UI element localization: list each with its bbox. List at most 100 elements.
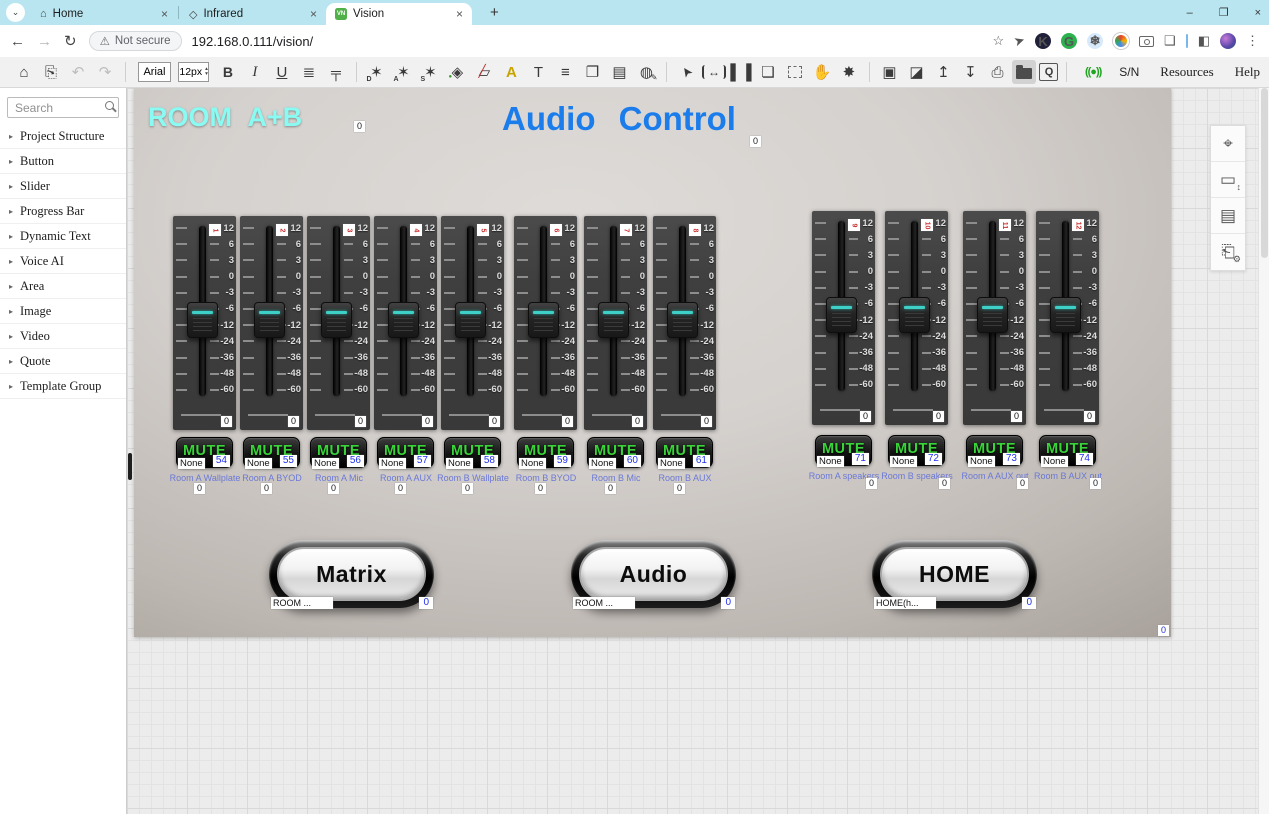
menu-kebab-icon[interactable]: ⋮ [1246, 33, 1259, 49]
font-color-icon[interactable]: A [499, 60, 523, 84]
fader-knob[interactable] [667, 302, 698, 338]
collision-icon[interactable]: ✸ [837, 60, 861, 84]
mute-button-room-b-mic[interactable]: MUTENone60 [587, 437, 644, 468]
fader-value-badge[interactable]: 0 [422, 416, 433, 427]
profile-avatar[interactable] [1220, 33, 1236, 49]
fader-knob[interactable] [826, 297, 857, 333]
fader-room-b-mic[interactable]: 12630-3-6-12-24-36-48-6070 [584, 216, 647, 430]
mute-button-room-a-byod[interactable]: MUTENone55 [243, 437, 300, 468]
url-text[interactable]: 192.168.0.111/vision/ [192, 34, 314, 49]
mute-channel-badge[interactable]: 71 [852, 453, 869, 465]
channel-badge[interactable]: 0 [1090, 478, 1101, 489]
mute-button-room-a-mic[interactable]: MUTENone56 [310, 437, 367, 468]
new-tab-button[interactable]: + [484, 4, 505, 21]
line-style-icon[interactable]: ≡ [553, 60, 577, 84]
tab-close-icon[interactable]: × [310, 7, 317, 21]
button-badge[interactable]: 0 [1022, 597, 1036, 609]
fader-value-badge[interactable]: 0 [701, 416, 712, 427]
duplicate-icon[interactable]: ❏ [756, 60, 780, 84]
tab-infrared[interactable]: ◇Infrared× [180, 3, 326, 25]
tab-search-button[interactable]: ⌄ [6, 3, 25, 22]
maximize-button[interactable]: ❐ [1219, 6, 1229, 19]
align-justify-icon[interactable]: ≣ [297, 60, 321, 84]
fader-value-badge[interactable]: 0 [933, 411, 944, 422]
channel-badge[interactable]: 0 [395, 483, 406, 494]
mute-channel-badge[interactable]: 72 [925, 453, 942, 465]
mute-channel-badge[interactable]: 60 [624, 455, 641, 467]
fader-room-a-mic[interactable]: 12630-3-6-12-24-36-48-6030 [307, 216, 370, 430]
bring-to-front-icon[interactable]: ↥ [931, 60, 955, 84]
save-icon[interactable]: ⎙ [985, 60, 1009, 84]
mute-none-chip[interactable]: None [446, 458, 473, 469]
mute-button-room-a-speakers[interactable]: MUTENone71 [815, 435, 872, 466]
mute-button-room-a-aux[interactable]: MUTENone57 [377, 437, 434, 468]
scrollbar-thumb[interactable] [1261, 88, 1268, 258]
search-input[interactable] [7, 97, 119, 118]
font-family-select[interactable]: Arial [138, 62, 172, 82]
sidebar-item-area[interactable]: ▸Area [0, 274, 126, 299]
fader-id-badge[interactable]: 4 [410, 224, 422, 236]
wand-dynamic-icon[interactable]: ✶D [364, 60, 388, 84]
button-tag-chip[interactable]: ROOM ... [271, 597, 333, 609]
stepper-arrows[interactable]: ▴▾ [205, 67, 208, 77]
button-audio[interactable]: AudioROOM ...0 [571, 540, 736, 608]
bookmark-star-icon[interactable]: ☆ [992, 33, 1004, 49]
fader-room-b-speakers[interactable]: 12630-3-6-12-24-36-48-60100 [885, 211, 948, 425]
fader-id-badge[interactable]: 12 [1072, 219, 1084, 231]
fader-knob[interactable] [598, 302, 629, 338]
document-text-icon[interactable]: ▤ [607, 60, 631, 84]
fit-width-icon[interactable]: ↔ [702, 65, 726, 79]
fader-id-badge[interactable]: 2 [276, 224, 288, 236]
preview-icon[interactable]: Q [1039, 63, 1058, 81]
fader-value-badge[interactable]: 0 [1011, 411, 1022, 422]
fader-room-a-speakers[interactable]: 12630-3-6-12-24-36-48-6090 [812, 211, 875, 425]
close-button[interactable]: × [1255, 7, 1261, 19]
channel-badge[interactable]: 0 [535, 483, 546, 494]
mute-channel-badge[interactable]: 56 [347, 455, 364, 467]
fader-knob[interactable] [388, 302, 419, 338]
fader-value-badge[interactable]: 0 [562, 416, 573, 427]
mute-button-room-b-byod[interactable]: MUTENone59 [517, 437, 574, 468]
mute-button-room-b-wallplate[interactable]: MUTENone58 [444, 437, 501, 468]
fader-room-b-wallplate[interactable]: 12630-3-6-12-24-36-48-6050 [441, 216, 504, 430]
page-title-badge[interactable]: 0 [750, 136, 761, 147]
forward-button[interactable]: → [37, 33, 52, 50]
tab-close-icon[interactable]: × [456, 7, 463, 21]
fader-id-badge[interactable]: 3 [343, 224, 355, 236]
fader-id-badge[interactable]: 7 [620, 224, 632, 236]
fader-knob[interactable] [254, 302, 285, 338]
room-title-badge[interactable]: 0 [354, 121, 365, 132]
open-folder-icon[interactable] [1012, 60, 1036, 84]
mute-none-chip[interactable]: None [379, 458, 406, 469]
security-chip[interactable]: ⚠ Not secure [89, 31, 182, 51]
reload-button[interactable]: ↻ [64, 32, 77, 50]
page-surface[interactable]: ROOM A+B 0 Audio Control 0 0 12630-3-6-1… [134, 88, 1171, 637]
button-badge[interactable]: 0 [419, 597, 433, 609]
tab-home[interactable]: ⌂Home× [31, 3, 177, 25]
sidebar-item-button[interactable]: ▸Button [0, 149, 126, 174]
send-to-back-icon[interactable]: ↧ [958, 60, 982, 84]
fader-room-b-byod[interactable]: 12630-3-6-12-24-36-48-6060 [514, 216, 577, 430]
sidebar-item-dynamic-text[interactable]: ▸Dynamic Text [0, 224, 126, 249]
channel-badge[interactable]: 0 [674, 483, 685, 494]
channel-badge[interactable]: 0 [462, 483, 473, 494]
mute-channel-badge[interactable]: 73 [1003, 453, 1020, 465]
button-matrix[interactable]: MatrixROOM ...0 [269, 540, 434, 608]
text-tool-icon[interactable]: T [526, 60, 550, 84]
mute-button-room-b-aux-out[interactable]: MUTENone74 [1039, 435, 1096, 466]
bold-button[interactable]: B [216, 60, 240, 84]
resize-dimensions-icon[interactable]: ▭↕ [1211, 162, 1245, 198]
mute-channel-badge[interactable]: 74 [1076, 453, 1093, 465]
pan-hand-icon[interactable]: ✋ [810, 60, 834, 84]
help-menu[interactable]: Help [1235, 64, 1260, 80]
back-button[interactable]: ← [10, 33, 25, 50]
room-title-text[interactable]: ROOM A+B [148, 102, 302, 133]
wand-state-icon[interactable]: ✶S [418, 60, 442, 84]
extensions-puzzle-icon[interactable]: ❑ [1164, 33, 1176, 49]
sidebar-item-image[interactable]: ▸Image [0, 299, 126, 324]
mute-button-room-a-aux-out[interactable]: MUTENone73 [966, 435, 1023, 466]
redo-icon[interactable]: ↷ [93, 60, 117, 84]
fader-id-badge[interactable]: 6 [550, 224, 562, 236]
fader-id-badge[interactable]: 11 [999, 219, 1011, 231]
fader-knob[interactable] [528, 302, 559, 338]
